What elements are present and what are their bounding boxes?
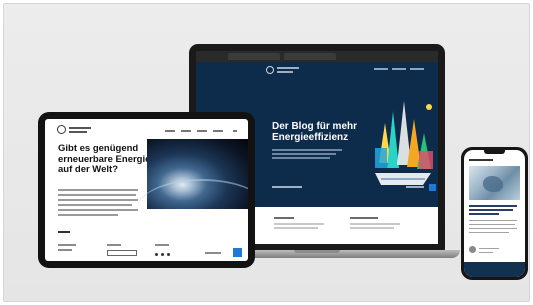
article-text-line (58, 199, 138, 201)
browser-tab (228, 53, 280, 60)
read-more-link[interactable] (58, 231, 70, 233)
photo-subject (483, 176, 503, 192)
footer-heading (58, 244, 76, 246)
hero-caption-line (272, 186, 302, 188)
article-text-line (58, 204, 132, 206)
card-text-line (274, 227, 318, 229)
nav-link[interactable] (392, 68, 406, 70)
logo-wordmark (69, 127, 91, 129)
city-building (419, 151, 433, 169)
article-photo (469, 166, 520, 200)
footer-heading (107, 244, 121, 246)
hero-arrow-button[interactable] (429, 184, 436, 191)
author-name-line (479, 248, 499, 250)
phone (461, 147, 528, 280)
nav-link[interactable] (181, 130, 191, 132)
article-text-line (469, 228, 517, 230)
author-meta-line (479, 252, 493, 254)
tablet-screen: Gibt es genügend erneuerbare Energie auf… (45, 119, 248, 261)
card-heading (274, 217, 294, 219)
article-text-line (469, 232, 509, 234)
article-text-line (58, 214, 118, 216)
card-text-line (350, 223, 400, 225)
footer-heading (155, 244, 169, 246)
card-heading (350, 217, 378, 219)
browser-tab (284, 53, 336, 60)
hero-link-text[interactable] (406, 186, 424, 188)
phone-header (469, 159, 493, 161)
article-title-line (469, 213, 499, 215)
search-icon[interactable] (233, 130, 237, 132)
card-text-line (350, 227, 394, 229)
phone-screen (464, 150, 525, 277)
hero-text-line (272, 157, 330, 159)
sun-icon (426, 104, 432, 110)
nav-link[interactable] (197, 130, 207, 132)
hero-text-line (272, 153, 336, 155)
city-building (387, 111, 399, 168)
social-icon[interactable] (161, 253, 164, 256)
article-text-line (58, 194, 136, 196)
hero-title-line: Energieeffizienz (272, 132, 349, 143)
avatar-icon (469, 246, 476, 253)
article-title-line (469, 205, 517, 207)
nav-link[interactable] (165, 130, 175, 132)
nav-link[interactable] (374, 68, 388, 70)
logo-wordmark-line (277, 71, 293, 73)
article-text-line (58, 209, 138, 211)
phone-notch (484, 150, 505, 154)
article-text-line (469, 224, 515, 226)
hero-title: Der Blog für mehr Energieeffizienz (272, 121, 382, 143)
hero-title-line: Der Blog für mehr (272, 121, 358, 132)
logo-icon (57, 125, 66, 134)
logo-wordmark (277, 67, 299, 69)
article-text-line (58, 189, 138, 191)
earth-horizon (137, 179, 248, 239)
site-header (196, 62, 438, 78)
article-title-line: auf der Welt? (58, 164, 118, 175)
article-title: Gibt es genügend erneuerbare Energie auf… (58, 143, 158, 176)
earth-photo (137, 139, 248, 209)
logo-icon (266, 66, 274, 74)
card-text-line (274, 223, 324, 225)
partner-badge (233, 248, 242, 257)
browser-bar (196, 51, 438, 62)
tablet: Gibt es genügend erneuerbare Energie auf… (38, 112, 255, 268)
social-icon[interactable] (155, 253, 158, 256)
city-illustration (375, 101, 433, 185)
phone-footer-banner (464, 262, 525, 277)
mockup-frame: Der Blog für mehr Energieeffizienz Gibt … (3, 3, 530, 302)
nav-link[interactable] (213, 130, 223, 132)
footer-link-grid[interactable] (107, 250, 137, 256)
nav-link[interactable] (410, 68, 424, 70)
hero-text-line (272, 149, 342, 151)
logo-wordmark-line (69, 131, 87, 133)
laptop-notch (294, 250, 340, 253)
footer-text-line (58, 249, 72, 251)
article-title-line (469, 209, 513, 211)
article-text-line (469, 220, 517, 222)
social-icon[interactable] (167, 253, 170, 256)
city-building (375, 148, 387, 168)
article-title-line: Gibt es genügend (58, 143, 139, 154)
footer-text-line (205, 252, 221, 254)
